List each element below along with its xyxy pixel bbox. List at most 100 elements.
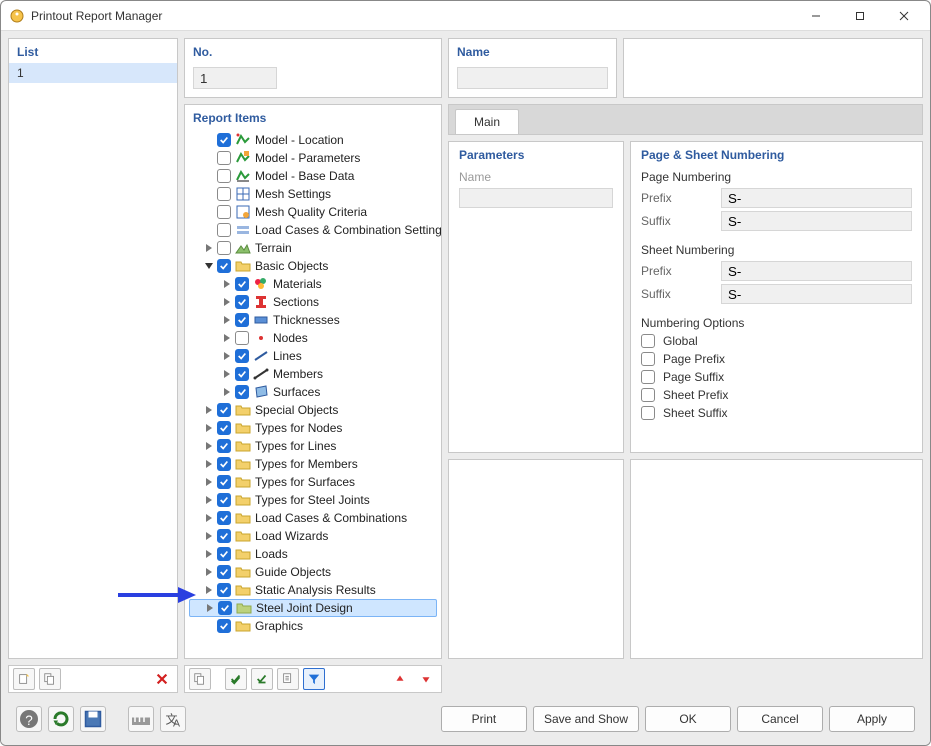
tree-checkbox[interactable] — [235, 295, 249, 309]
delete-report-button[interactable] — [151, 668, 173, 690]
tree-item[interactable]: Members — [189, 365, 437, 383]
expand-toggle[interactable] — [203, 548, 215, 560]
option-checkbox[interactable] — [641, 334, 655, 348]
param-name-input[interactable] — [459, 188, 613, 208]
tree-item[interactable]: Special Objects — [189, 401, 437, 419]
expand-toggle[interactable] — [203, 242, 215, 254]
list-row[interactable]: 1 — [9, 63, 177, 83]
expand-toggle[interactable] — [203, 584, 215, 596]
expand-toggle[interactable] — [203, 494, 215, 506]
move-up-button[interactable] — [389, 668, 411, 690]
tree-checkbox[interactable] — [235, 349, 249, 363]
tree-item[interactable]: Types for Surfaces — [189, 473, 437, 491]
tree-checkbox[interactable] — [217, 223, 231, 237]
numbering-option[interactable]: Global — [641, 334, 912, 348]
units-button[interactable] — [128, 706, 154, 732]
tree-item[interactable]: Graphics — [189, 617, 437, 635]
tree-checkbox[interactable] — [217, 457, 231, 471]
tree-checkbox[interactable] — [235, 367, 249, 381]
expand-toggle[interactable] — [203, 512, 215, 524]
help-button[interactable]: ? — [16, 706, 42, 732]
tree-item[interactable]: Types for Members — [189, 455, 437, 473]
tree-item[interactable]: Types for Steel Joints — [189, 491, 437, 509]
tree-item[interactable]: Model - Base Data — [189, 167, 437, 185]
option-checkbox[interactable] — [641, 370, 655, 384]
tree-checkbox[interactable] — [217, 151, 231, 165]
tree-checkbox[interactable] — [217, 529, 231, 543]
uncheck-all-button[interactable] — [251, 668, 273, 690]
tree-item[interactable]: Terrain — [189, 239, 437, 257]
numbering-option[interactable]: Page Prefix — [641, 352, 912, 366]
tree-checkbox[interactable] — [217, 547, 231, 561]
cancel-button[interactable]: Cancel — [737, 706, 823, 732]
close-button[interactable] — [882, 1, 926, 31]
tree-checkbox[interactable] — [235, 331, 249, 345]
tree-item[interactable]: Thicknesses — [189, 311, 437, 329]
expand-toggle[interactable] — [221, 368, 233, 380]
tree-item[interactable]: Load Cases & Combination Settings — [189, 221, 437, 239]
expand-toggle[interactable] — [203, 566, 215, 578]
name-input[interactable] — [457, 67, 608, 89]
minimize-button[interactable] — [794, 1, 838, 31]
sheet-suffix-input[interactable] — [721, 284, 912, 304]
tree-item[interactable]: Model - Location — [189, 131, 437, 149]
tree-checkbox[interactable] — [217, 169, 231, 183]
expand-all-button[interactable] — [189, 668, 211, 690]
tree-checkbox[interactable] — [217, 583, 231, 597]
maximize-button[interactable] — [838, 1, 882, 31]
save-and-show-button[interactable]: Save and Show — [533, 706, 639, 732]
tree-checkbox[interactable] — [218, 601, 232, 615]
copy-settings-button[interactable] — [277, 668, 299, 690]
expand-toggle[interactable] — [203, 404, 215, 416]
tree-item[interactable]: Load Wizards — [189, 527, 437, 545]
tree-item[interactable]: Surfaces — [189, 383, 437, 401]
tree-checkbox[interactable] — [217, 205, 231, 219]
tree-checkbox[interactable] — [217, 421, 231, 435]
tree-checkbox[interactable] — [217, 259, 231, 273]
expand-toggle[interactable] — [203, 422, 215, 434]
expand-toggle[interactable] — [221, 386, 233, 398]
tree-item[interactable]: Steel Joint Design — [189, 599, 437, 617]
tree-item[interactable]: Types for Lines — [189, 437, 437, 455]
option-checkbox[interactable] — [641, 406, 655, 420]
tree-checkbox[interactable] — [217, 187, 231, 201]
expand-toggle[interactable] — [204, 602, 216, 614]
expand-toggle[interactable] — [221, 296, 233, 308]
sheet-prefix-input[interactable] — [721, 261, 912, 281]
tree-checkbox[interactable] — [235, 277, 249, 291]
page-prefix-input[interactable] — [721, 188, 912, 208]
tree-item[interactable]: Model - Parameters — [189, 149, 437, 167]
tree-checkbox[interactable] — [217, 619, 231, 633]
expand-toggle[interactable] — [221, 332, 233, 344]
expand-toggle[interactable] — [203, 458, 215, 470]
new-report-button[interactable] — [13, 668, 35, 690]
ok-button[interactable]: OK — [645, 706, 731, 732]
tree-checkbox[interactable] — [235, 313, 249, 327]
copy-report-button[interactable] — [39, 668, 61, 690]
numbering-option[interactable]: Sheet Prefix — [641, 388, 912, 402]
tab-main[interactable]: Main — [455, 109, 519, 134]
language-button[interactable]: 文A — [160, 706, 186, 732]
expand-toggle[interactable] — [221, 314, 233, 326]
report-items-tree[interactable]: Model - LocationModel - ParametersModel … — [185, 129, 441, 658]
tree-checkbox[interactable] — [235, 385, 249, 399]
expand-toggle[interactable] — [203, 476, 215, 488]
tree-item[interactable]: Basic Objects — [189, 257, 437, 275]
expand-toggle[interactable] — [203, 440, 215, 452]
apply-button[interactable]: Apply — [829, 706, 915, 732]
save-settings-button[interactable] — [80, 706, 106, 732]
expand-toggle[interactable] — [221, 278, 233, 290]
tree-checkbox[interactable] — [217, 241, 231, 255]
tree-item[interactable]: Mesh Quality Criteria — [189, 203, 437, 221]
tree-item[interactable]: Load Cases & Combinations — [189, 509, 437, 527]
list-body[interactable]: 1 — [9, 63, 177, 658]
tree-checkbox[interactable] — [217, 475, 231, 489]
numbering-option[interactable]: Sheet Suffix — [641, 406, 912, 420]
numbering-option[interactable]: Page Suffix — [641, 370, 912, 384]
page-suffix-input[interactable] — [721, 211, 912, 231]
option-checkbox[interactable] — [641, 388, 655, 402]
tree-checkbox[interactable] — [217, 493, 231, 507]
print-button[interactable]: Print — [441, 706, 527, 732]
tree-checkbox[interactable] — [217, 403, 231, 417]
tree-checkbox[interactable] — [217, 511, 231, 525]
